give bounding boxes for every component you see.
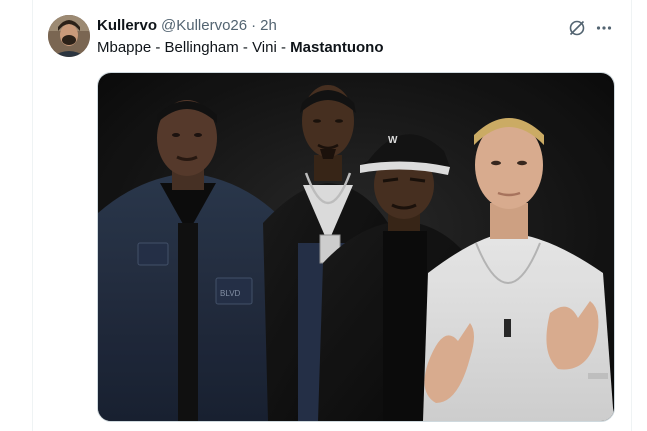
timeline-border-right [631, 0, 632, 431]
grok-icon[interactable] [566, 17, 588, 39]
tweet-text: Mbappe - Bellingham - Vini - Mastantuono [97, 38, 383, 58]
separator-dot: · [251, 17, 257, 34]
tweet-text-plain: Mbappe - Bellingham - Vini - [97, 39, 291, 56]
timestamp[interactable]: 2h [260, 16, 277, 36]
page: Kullervo @Kullervo26 · 2h Mbappe - Belli… [0, 0, 647, 431]
tweet-text-bold: Mastantuono [290, 39, 384, 56]
photo-image: BLVD W [98, 73, 614, 421]
author-handle[interactable]: @Kullervo26 [161, 16, 247, 36]
author-name[interactable]: Kullervo [97, 16, 157, 36]
user-avatar[interactable] [48, 15, 90, 57]
more-options-icon[interactable] [593, 17, 615, 39]
tweet-header: Kullervo @Kullervo26 · 2h [97, 16, 277, 36]
tweet-photo[interactable]: BLVD W [97, 72, 615, 422]
tweet[interactable]: Kullervo @Kullervo26 · 2h Mbappe - Belli… [33, 0, 631, 431]
